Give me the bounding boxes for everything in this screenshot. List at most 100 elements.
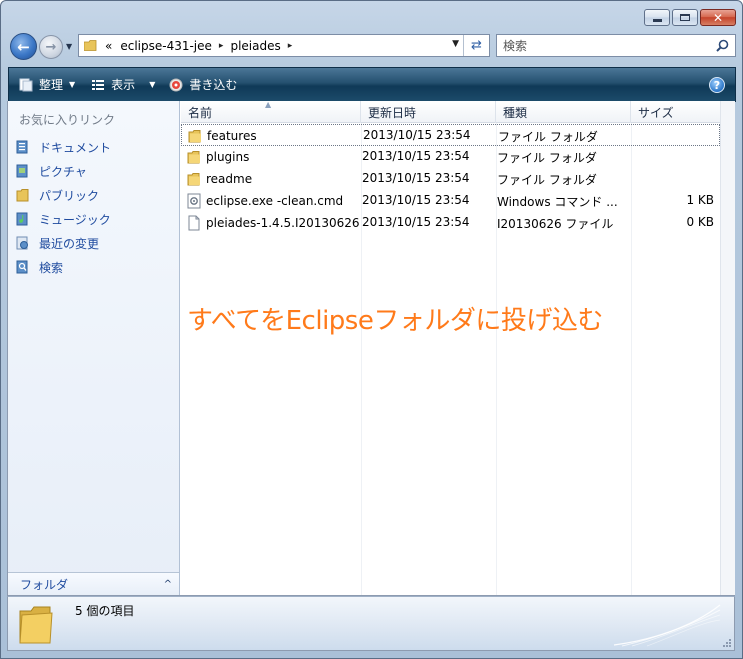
column-header-row: 名前 ▲ 更新日時 種類 サイズ <box>181 100 720 123</box>
resize-grip[interactable] <box>722 638 732 648</box>
file-type: ファイル フォルダ <box>498 130 598 144</box>
refresh-icon: ⇄ <box>471 38 482 53</box>
nav-item-recent-changes[interactable]: 最近の変更 <box>14 231 111 255</box>
organize-icon <box>19 78 33 91</box>
generic-file-icon <box>188 215 200 231</box>
table-row[interactable]: eclipse.exe -clean.cmd 2013/10/15 23:54 … <box>181 190 720 212</box>
nav-item-music[interactable]: ミュージック <box>14 207 111 231</box>
folder-icon <box>84 40 97 51</box>
nav-item-searches[interactable]: 検索 <box>14 255 111 279</box>
organize-dropdown-icon: ▼ <box>69 80 76 89</box>
caption-buttons: ✕ <box>644 9 736 26</box>
nav-item-label: 最近の変更 <box>39 236 100 251</box>
public-folder-icon <box>16 189 29 202</box>
details-pane: 5 個の項目 <box>7 596 735 651</box>
file-modified: 2013/10/15 23:54 <box>362 171 470 185</box>
search-icon[interactable] <box>716 39 729 52</box>
file-name: pleiades-1.4.5.I20130626 <box>206 216 360 230</box>
command-toolbar: 整理 ▼ 表示 ▼ 書き込む ? <box>8 67 736 102</box>
close-icon: ✕ <box>712 10 724 25</box>
favorite-links-list: ドキュメント ピクチャ パブリック ミュージック 最近の変更 検索 <box>14 135 111 279</box>
views-dropdown-icon: ▼ <box>149 80 156 89</box>
column-header-name[interactable]: 名前 ▲ <box>181 100 361 123</box>
recent-pages-dropdown[interactable]: ▼ <box>66 42 72 51</box>
maximize-button[interactable] <box>672 9 698 26</box>
close-button[interactable]: ✕ <box>700 9 736 26</box>
column-header-modified[interactable]: 更新日時 <box>361 101 496 123</box>
cmd-file-icon <box>187 193 201 209</box>
table-row[interactable]: pleiades-1.4.5.I20130626 2013/10/15 23:5… <box>181 212 720 234</box>
back-arrow-icon: ← <box>17 37 30 56</box>
address-bar[interactable]: « eclipse-431-jee ▸ pleiades ▸ ▼ ⇄ <box>78 34 490 57</box>
address-history-dropdown[interactable]: ▼ <box>452 39 459 49</box>
forward-arrow-icon: → <box>45 39 57 55</box>
nav-item-label: ミュージック <box>39 212 111 227</box>
breadcrumb-item-pleiades[interactable]: pleiades <box>230 39 280 53</box>
documents-icon <box>16 140 28 154</box>
file-size: 0 KB <box>686 215 714 229</box>
views-button[interactable]: 表示 ▼ <box>85 68 161 101</box>
help-icon: ? <box>713 78 721 92</box>
forward-button[interactable]: → <box>39 35 63 59</box>
breadcrumb-item-eclipse[interactable]: eclipse-431-jee <box>120 39 212 53</box>
table-row[interactable]: readme 2013/10/15 23:54 ファイル フォルダ <box>181 168 720 190</box>
refresh-button[interactable]: ⇄ <box>463 35 489 56</box>
file-name: plugins <box>206 150 250 164</box>
folders-label: フォルダ <box>20 577 69 592</box>
minimize-icon <box>652 18 662 22</box>
file-type: ファイル フォルダ <box>497 173 597 187</box>
back-button[interactable]: ← <box>10 33 37 60</box>
search-box[interactable]: 検索 <box>496 34 736 57</box>
column-header-size[interactable]: サイズ <box>631 101 720 123</box>
file-modified: 2013/10/15 23:54 <box>362 149 470 163</box>
nav-item-label: ピクチャ <box>39 164 87 179</box>
file-size: 1 KB <box>686 193 714 207</box>
large-folder-icon <box>19 606 53 644</box>
navigation-pane: お気に入りリンク ドキュメント ピクチャ パブリック ミュージック 最近の変更 … <box>8 101 180 595</box>
breadcrumb-separator[interactable]: ▸ <box>288 41 293 51</box>
nav-item-pictures[interactable]: ピクチャ <box>14 159 111 183</box>
breadcrumb-separator[interactable]: ▸ <box>219 41 224 51</box>
organize-button[interactable]: 整理 ▼ <box>13 68 81 101</box>
organize-label: 整理 <box>39 78 64 92</box>
content-area: お気に入りリンク ドキュメント ピクチャ パブリック ミュージック 最近の変更 … <box>7 100 735 596</box>
column-header-type[interactable]: 種類 <box>496 101 631 123</box>
decorative-swoosh <box>613 604 721 647</box>
nav-item-label: ドキュメント <box>39 140 112 155</box>
burn-button[interactable]: 書き込む <box>163 68 243 101</box>
folder-icon <box>187 151 200 164</box>
breadcrumb-overflow[interactable]: « <box>105 39 112 53</box>
search-folder-icon <box>16 260 28 274</box>
pictures-icon <box>16 164 28 178</box>
file-name: features <box>207 129 257 143</box>
chevron-up-icon: ^ <box>163 578 172 590</box>
nav-item-public[interactable]: パブリック <box>14 183 111 207</box>
column-header-label: 種類 <box>503 105 528 120</box>
file-modified: 2013/10/15 23:54 <box>362 193 470 207</box>
annotation-text: すべてをEclipseフォルダに投げ込む <box>187 306 603 336</box>
file-rows: features 2013/10/15 23:54 ファイル フォルダ plug… <box>181 124 720 234</box>
file-list: 名前 ▲ 更新日時 種類 サイズ features 2013/10/15 23:… <box>181 100 720 595</box>
file-name: readme <box>206 172 253 186</box>
search-input[interactable]: 検索 <box>503 37 527 54</box>
burn-label: 書き込む <box>189 78 238 92</box>
table-row[interactable]: plugins 2013/10/15 23:54 ファイル フォルダ <box>181 146 720 168</box>
burn-disc-icon <box>169 78 183 91</box>
music-icon <box>16 212 28 226</box>
file-modified: 2013/10/15 23:54 <box>362 215 470 229</box>
recent-changes-icon <box>16 236 28 250</box>
help-button[interactable]: ? <box>709 77 725 93</box>
nav-item-label: 検索 <box>39 260 64 275</box>
file-name: eclipse.exe -clean.cmd <box>206 194 344 208</box>
column-header-label: 更新日時 <box>368 105 417 120</box>
item-count: 5 個の項目 <box>75 604 135 618</box>
folder-icon <box>188 130 201 143</box>
minimize-button[interactable] <box>644 9 670 26</box>
folders-toggle[interactable]: フォルダ ^ <box>8 572 179 595</box>
file-type: Windows コマンド ... <box>497 195 618 209</box>
table-row[interactable]: features 2013/10/15 23:54 ファイル フォルダ <box>181 124 720 146</box>
nav-item-documents[interactable]: ドキュメント <box>14 135 111 159</box>
favorite-links-heading: お気に入りリンク <box>19 113 116 127</box>
column-header-label: 名前 <box>188 105 213 120</box>
vertical-scrollbar[interactable] <box>720 101 735 595</box>
